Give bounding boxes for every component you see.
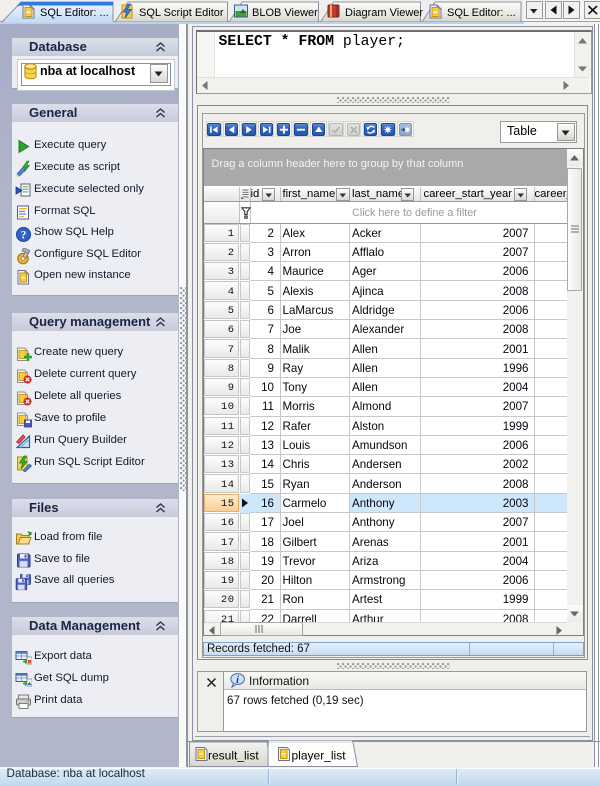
svg-text:SQL Script Editor: SQL Script Editor <box>139 7 224 19</box>
svg-text:Diagram Viewer: Diagram Viewer <box>345 7 423 19</box>
svg-text:BLOB Viewer: BLOB Viewer <box>252 7 318 19</box>
svg-text:i: i <box>236 674 239 685</box>
svg-text:SQL Editor: ...: SQL Editor: ... <box>447 7 516 19</box>
svg-text:player_list: player_list <box>292 749 347 763</box>
svg-text:result_list: result_list <box>208 749 259 763</box>
svg-text:SQL Editor: ...: SQL Editor: ... <box>40 7 109 19</box>
svg-text:?: ? <box>21 229 27 241</box>
